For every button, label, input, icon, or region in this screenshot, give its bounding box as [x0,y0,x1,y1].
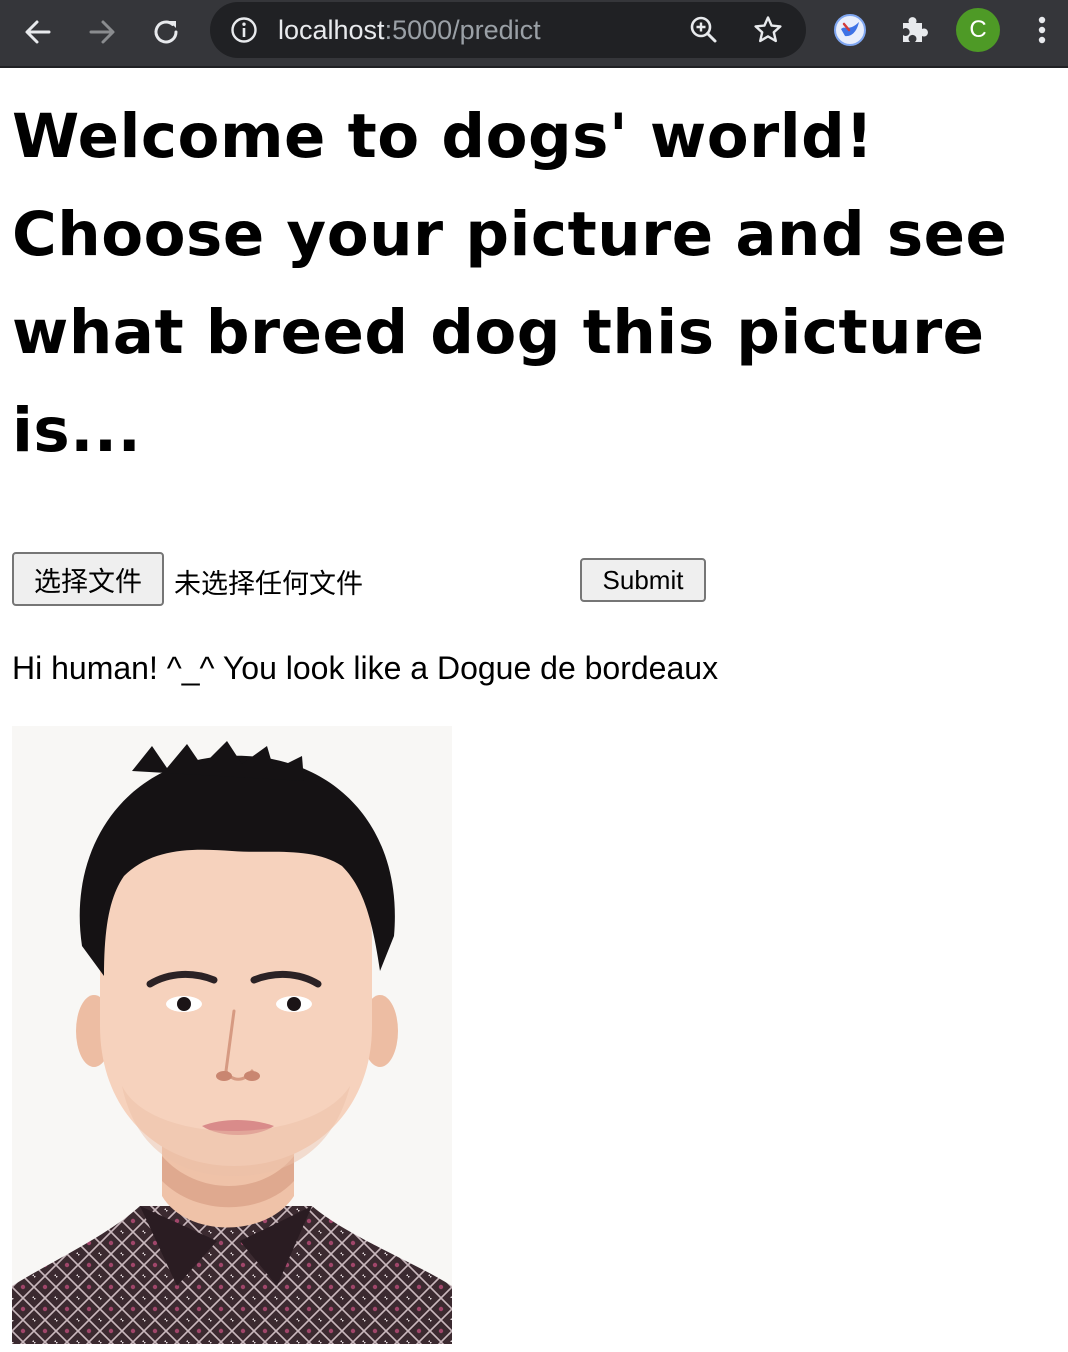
choose-file-button[interactable]: 选择文件 [12,552,164,606]
info-icon[interactable] [230,16,258,44]
forward-button[interactable] [80,10,124,54]
page-title: Welcome to dogs' world! Choose your pict… [12,101,1008,466]
kebab-menu-icon[interactable] [1028,12,1056,48]
url-host: localhost [278,15,385,45]
bird-extension-icon[interactable] [832,12,868,48]
puzzle-icon[interactable] [896,12,932,48]
browser-toolbar: localhost:5000/predict C [0,0,1068,68]
zoom-icon[interactable] [688,14,720,46]
address-bar[interactable]: localhost:5000/predict [210,2,806,58]
arrow-left-icon [25,20,51,44]
profile-avatar[interactable]: C [956,8,1000,52]
reload-button[interactable] [144,10,188,54]
star-icon[interactable] [752,14,784,46]
url-text[interactable]: localhost:5000/predict [278,14,541,46]
file-status-text: 未选择任何文件 [174,569,363,600]
arrow-right-icon [89,20,115,44]
reload-icon [154,20,178,44]
url-path: :5000/predict [384,15,541,45]
submit-button[interactable]: Submit [580,558,706,602]
uploaded-photo [12,726,452,1344]
prediction-result: Hi human! ^_^ You look like a Dogue de b… [12,650,719,686]
back-button[interactable] [16,10,60,54]
